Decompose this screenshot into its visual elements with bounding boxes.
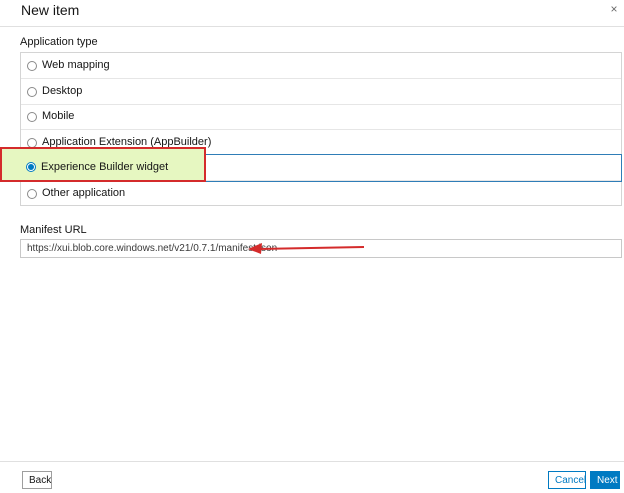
radio-button[interactable] [27, 61, 37, 71]
new-item-dialog: New item × Application type Web mapping … [0, 0, 624, 493]
radio-label: Other application [42, 187, 126, 199]
radio-button[interactable] [27, 87, 37, 97]
radio-option-web-mapping[interactable]: Web mapping [21, 53, 621, 79]
back-button[interactable]: Back [22, 471, 52, 489]
manifest-url-label: Manifest URL [20, 224, 87, 236]
application-type-label: Application type [20, 36, 98, 48]
close-icon[interactable]: × [607, 2, 621, 16]
application-type-radio-group: Web mapping Desktop Mobile Application E… [20, 52, 622, 206]
dialog-title: New item [21, 2, 80, 18]
cancel-button[interactable]: Cancel [548, 471, 586, 489]
radio-option-desktop[interactable]: Desktop [21, 79, 621, 105]
next-button[interactable]: Next [590, 471, 620, 489]
dialog-footer: Back Cancel Next [0, 461, 624, 493]
radio-option-mobile[interactable]: Mobile [21, 104, 621, 130]
dialog-header: New item × [0, 0, 624, 27]
arrow-left-icon [248, 243, 365, 254]
radio-button[interactable] [27, 112, 37, 122]
radio-label: Web mapping [42, 59, 110, 71]
radio-button-selected[interactable] [26, 162, 36, 172]
radio-option-other-application[interactable]: Other application [21, 181, 621, 207]
radio-label: Desktop [42, 85, 83, 97]
radio-button[interactable] [27, 189, 37, 199]
radio-label-selected: Experience Builder widget [41, 161, 169, 173]
radio-label: Mobile [42, 110, 75, 122]
